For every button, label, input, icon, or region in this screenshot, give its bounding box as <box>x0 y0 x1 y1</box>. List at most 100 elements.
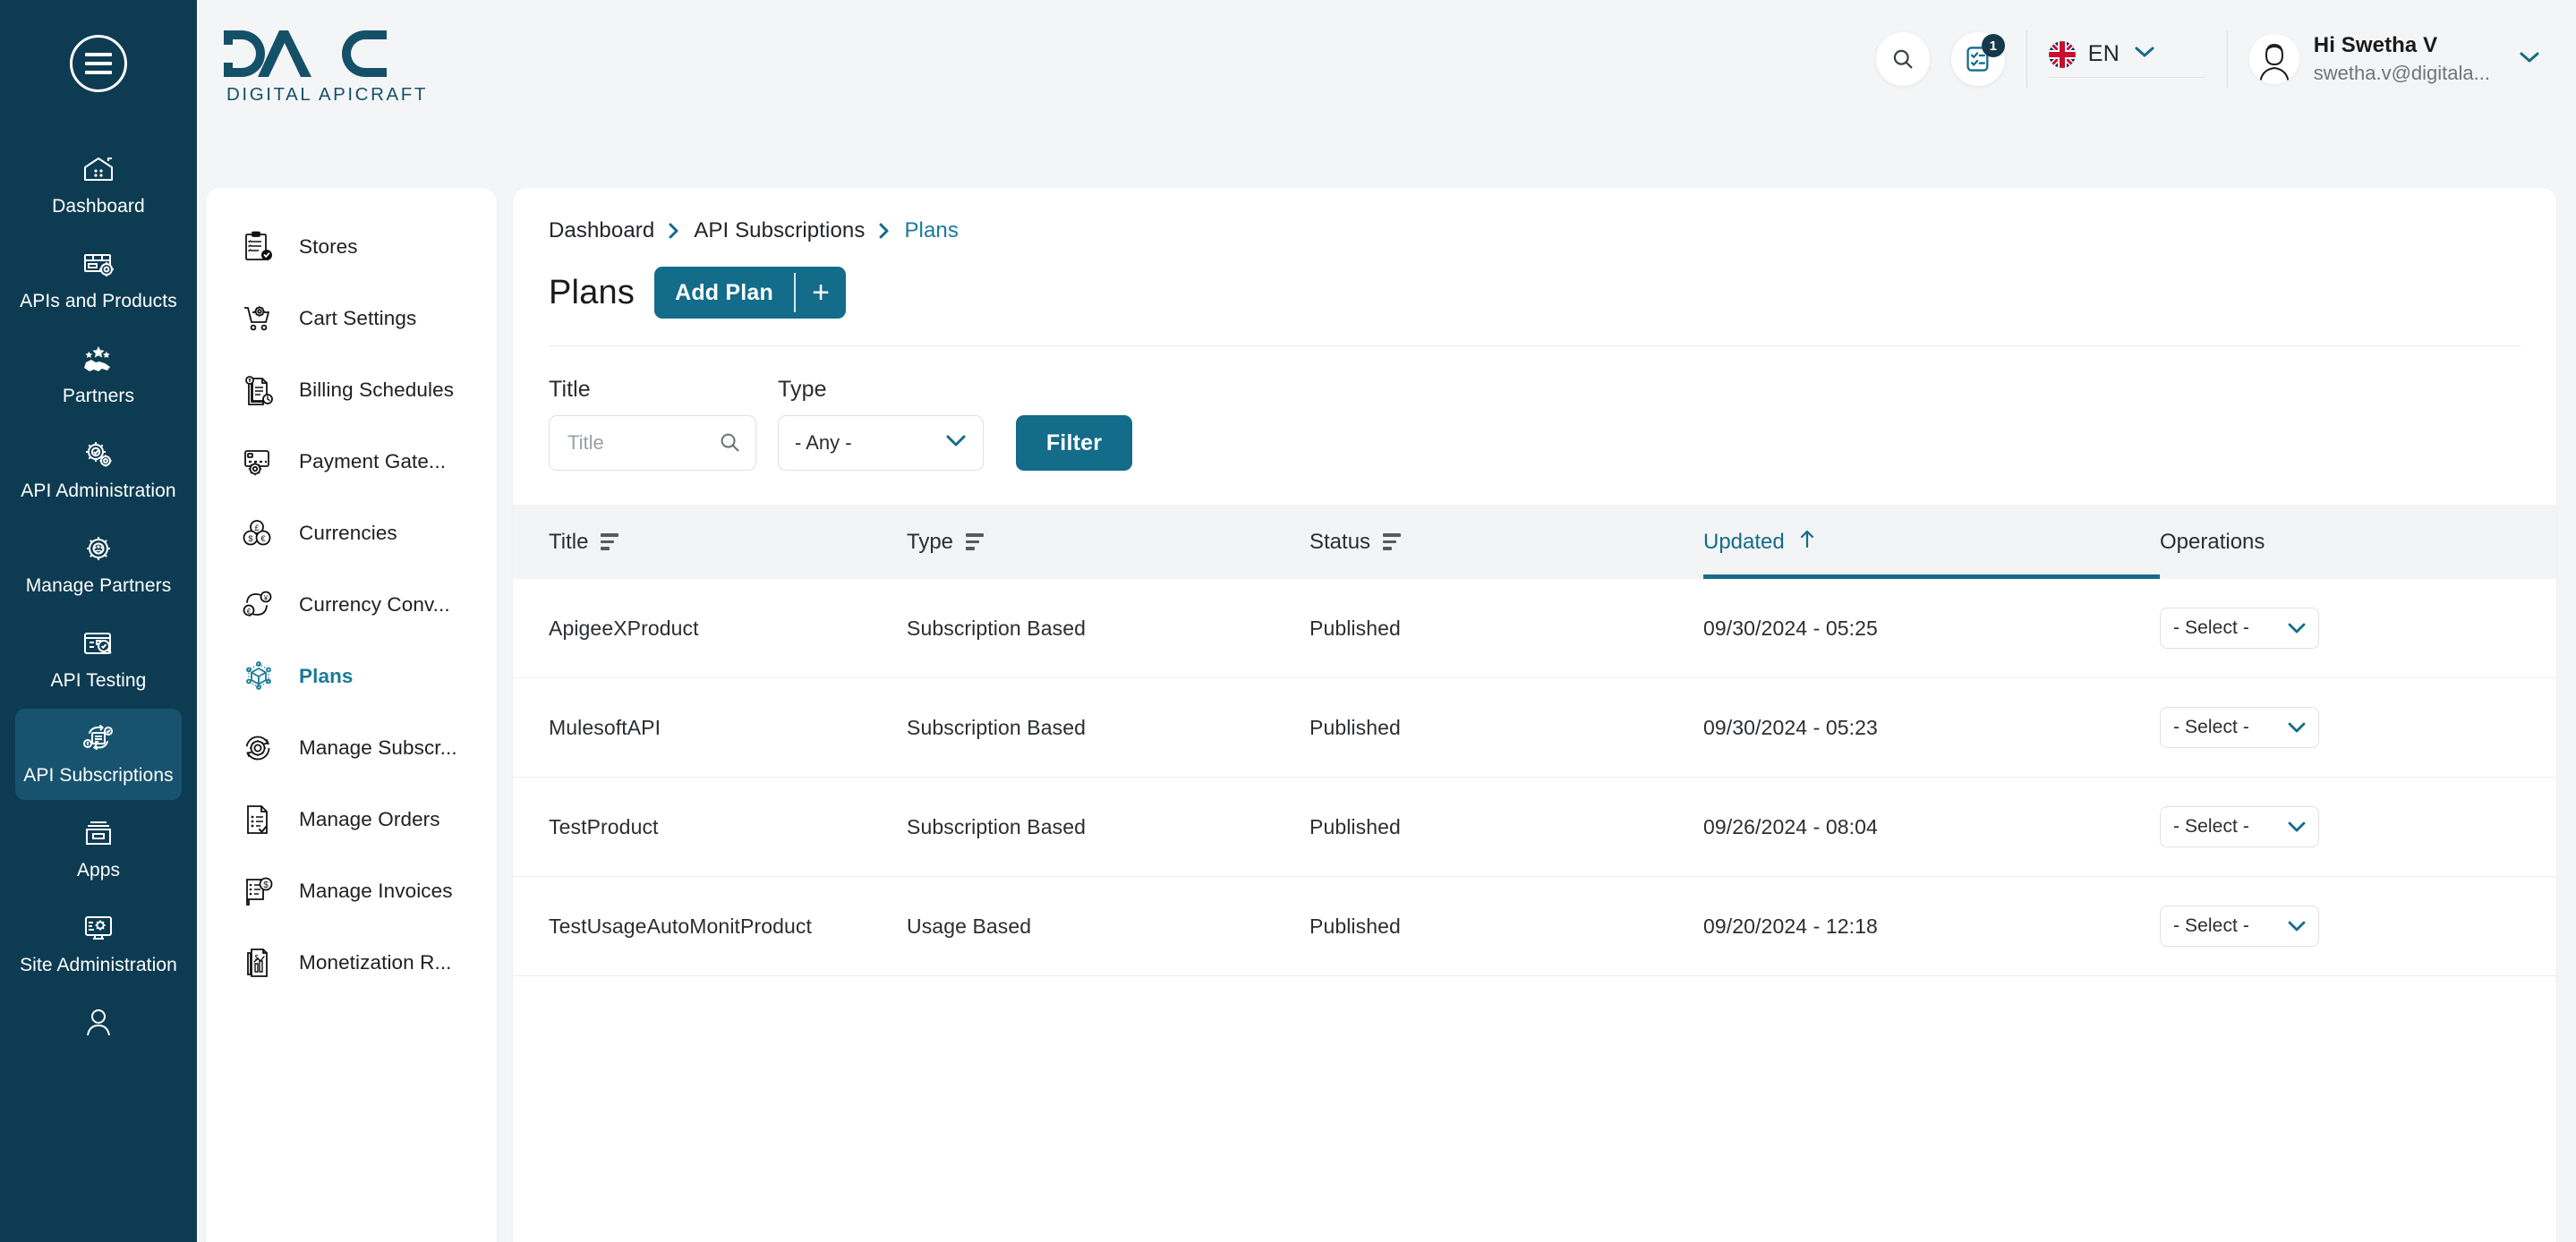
chevron-right-icon <box>667 221 681 241</box>
type-filter-field: Type - Any - <box>778 377 984 471</box>
table-row[interactable]: TestUsageAutoMonitProduct Usage Based Pu… <box>513 876 2556 976</box>
operations-select[interactable]: - Select - <box>2160 608 2319 649</box>
column-title-label: Title <box>549 529 589 554</box>
right-side: DIGITAL APICRAFT 1 EN Hi Swetha V swetha… <box>197 0 2576 1242</box>
operations-select[interactable]: - Select - <box>2160 707 2319 748</box>
svg-text:€: € <box>247 608 252 616</box>
gear-people-icon <box>79 531 118 566</box>
chevron-down-icon <box>2517 49 2542 70</box>
chevron-down-icon <box>2287 620 2307 642</box>
subnav-item-manage-invoices[interactable]: $ Manage Invoices <box>206 855 497 927</box>
archive-box-icon <box>79 815 118 851</box>
sidebar-item-manage-partners[interactable]: Manage Partners <box>15 519 182 610</box>
sidebar-item-api-subscriptions[interactable]: API Subscriptions <box>15 709 182 800</box>
subnav-item-manage-orders[interactable]: Manage Orders <box>206 784 497 855</box>
column-header-updated[interactable]: Updated <box>1703 505 2160 579</box>
title-search-input[interactable] <box>549 415 756 471</box>
filter-button[interactable]: Filter <box>1016 415 1132 471</box>
sidebar-item-label: APIs and Products <box>20 291 177 311</box>
table-body: ApigeeXProduct Subscription Based Publis… <box>513 579 2556 976</box>
sort-icon[interactable] <box>1383 533 1402 550</box>
card-gear-icon <box>238 441 279 482</box>
sidebar-item-partners[interactable]: Partners <box>15 329 182 421</box>
svg-text:$: $ <box>263 880 269 890</box>
cell-status: Published <box>1309 777 1703 877</box>
notification-badge: 1 <box>1981 34 2005 57</box>
cell-operations: - Select - <box>2160 777 2556 877</box>
breadcrumb-item-plans[interactable]: Plans <box>904 218 959 243</box>
search-button[interactable] <box>1875 32 1930 86</box>
sidebar-item-label: Manage Partners <box>25 575 172 596</box>
tasks-button[interactable]: 1 <box>1950 32 2005 86</box>
header-divider-1 <box>2026 30 2027 88</box>
filter-bar: Title Type <box>513 346 2556 471</box>
app-root: Dashboard APIs and Products Partners API… <box>0 0 2576 1242</box>
breadcrumb-item-api-subscriptions[interactable]: API Subscriptions <box>694 218 865 243</box>
menu-toggle-button[interactable] <box>69 34 128 93</box>
invoice-dollar-icon: $ <box>238 871 279 912</box>
subnav-item-payment-gateways[interactable]: Payment Gate... <box>206 426 497 498</box>
plans-table-wrap: Title Type Status Updated Operations Api… <box>513 505 2556 1242</box>
subnav-item-currency-conversion[interactable]: ¥ € Currency Conv... <box>206 569 497 641</box>
cell-operations: - Select - <box>2160 579 2556 678</box>
subnav-item-label: Cart Settings <box>299 307 417 329</box>
svg-text:¥: ¥ <box>263 594 269 602</box>
brand-logo[interactable]: DIGITAL APICRAFT <box>224 27 428 106</box>
sort-icon[interactable] <box>966 533 985 550</box>
column-type-label: Type <box>907 529 954 554</box>
plans-table: Title Type Status Updated Operations Api… <box>513 505 2556 976</box>
table-row[interactable]: MulesoftAPI Subscription Based Published… <box>513 677 2556 778</box>
subnav-item-cart-settings[interactable]: Cart Settings <box>206 283 497 354</box>
user-email: swetha.v@digitala... <box>2313 62 2490 84</box>
user-menu[interactable]: Hi Swetha V swetha.v@digitala... <box>2248 33 2542 85</box>
coins-icon: £ $ € <box>238 513 279 554</box>
subnav-item-manage-subscriptions[interactable]: Manage Subscr... <box>206 712 497 784</box>
subscription-gear-icon <box>238 727 279 769</box>
table-row[interactable]: ApigeeXProduct Subscription Based Publis… <box>513 579 2556 678</box>
cell-type: Subscription Based <box>907 677 1309 778</box>
sidebar-item-api-testing[interactable]: API Testing <box>15 614 182 705</box>
handshake-stars-icon <box>79 341 118 377</box>
sidebar-item-dashboard[interactable]: Dashboard <box>15 140 182 231</box>
sidebar-item-user-settings[interactable] <box>15 993 182 1059</box>
language-selector[interactable]: EN <box>2048 40 2205 78</box>
svg-text:$: $ <box>248 534 253 544</box>
cell-type: Subscription Based <box>907 777 1309 877</box>
subnav-item-plans[interactable]: Plans <box>206 641 497 712</box>
subnav-item-billing-schedules[interactable]: Billing Schedules <box>206 354 497 426</box>
subnav-item-currencies[interactable]: £ $ € Currencies <box>206 498 497 569</box>
sidebar-item-label: API Subscriptions <box>23 765 174 786</box>
sidebar-item-apis-and-products[interactable]: APIs and Products <box>15 234 182 326</box>
sort-ascending-icon[interactable] <box>1797 528 1817 556</box>
operations-select[interactable]: - Select - <box>2160 806 2319 847</box>
column-header-type[interactable]: Type <box>907 505 1309 579</box>
subnav-item-stores[interactable]: Stores <box>206 211 497 283</box>
sidebar-item-api-administration[interactable]: API Administration <box>15 424 182 515</box>
subnav-item-monetization-reports[interactable]: $ Monetization R... <box>206 927 497 999</box>
table-row[interactable]: TestProduct Subscription Based Published… <box>513 777 2556 877</box>
breadcrumb-item-dashboard[interactable]: Dashboard <box>549 218 654 243</box>
sidebar-item-label: API Testing <box>50 670 147 691</box>
header-divider-2 <box>2226 30 2228 88</box>
table-header-row: Title Type Status Updated Operations <box>513 505 2556 579</box>
sidebar-item-label: Partners <box>62 386 135 406</box>
column-header-status[interactable]: Status <box>1309 505 1703 579</box>
hamburger-icon <box>70 35 127 92</box>
operations-select[interactable]: - Select - <box>2160 906 2319 947</box>
primary-sidebar: Dashboard APIs and Products Partners API… <box>0 0 197 1242</box>
sort-icon[interactable] <box>601 533 619 550</box>
column-header-title[interactable]: Title <box>513 505 907 579</box>
sidebar-item-apps[interactable]: Apps <box>15 804 182 895</box>
add-plan-button[interactable]: Add Plan + <box>654 267 846 319</box>
uk-flag-icon <box>2048 40 2076 68</box>
subnav-item-label: Plans <box>299 665 354 687</box>
subnav-item-label: Manage Orders <box>299 808 440 830</box>
cell-operations: - Select - <box>2160 677 2556 778</box>
operations-select-value: - Select - <box>2173 816 2250 837</box>
type-select-wrap: - Any - <box>778 415 984 471</box>
header-actions: 1 EN Hi Swetha V swetha.v@digitala... <box>1875 18 2542 100</box>
user-greeting: Hi Swetha V <box>2313 33 2438 57</box>
table-head: Title Type Status Updated Operations <box>513 505 2556 579</box>
type-select[interactable]: - Any - <box>778 415 984 471</box>
sidebar-item-site-administration[interactable]: Site Administration <box>15 898 182 990</box>
